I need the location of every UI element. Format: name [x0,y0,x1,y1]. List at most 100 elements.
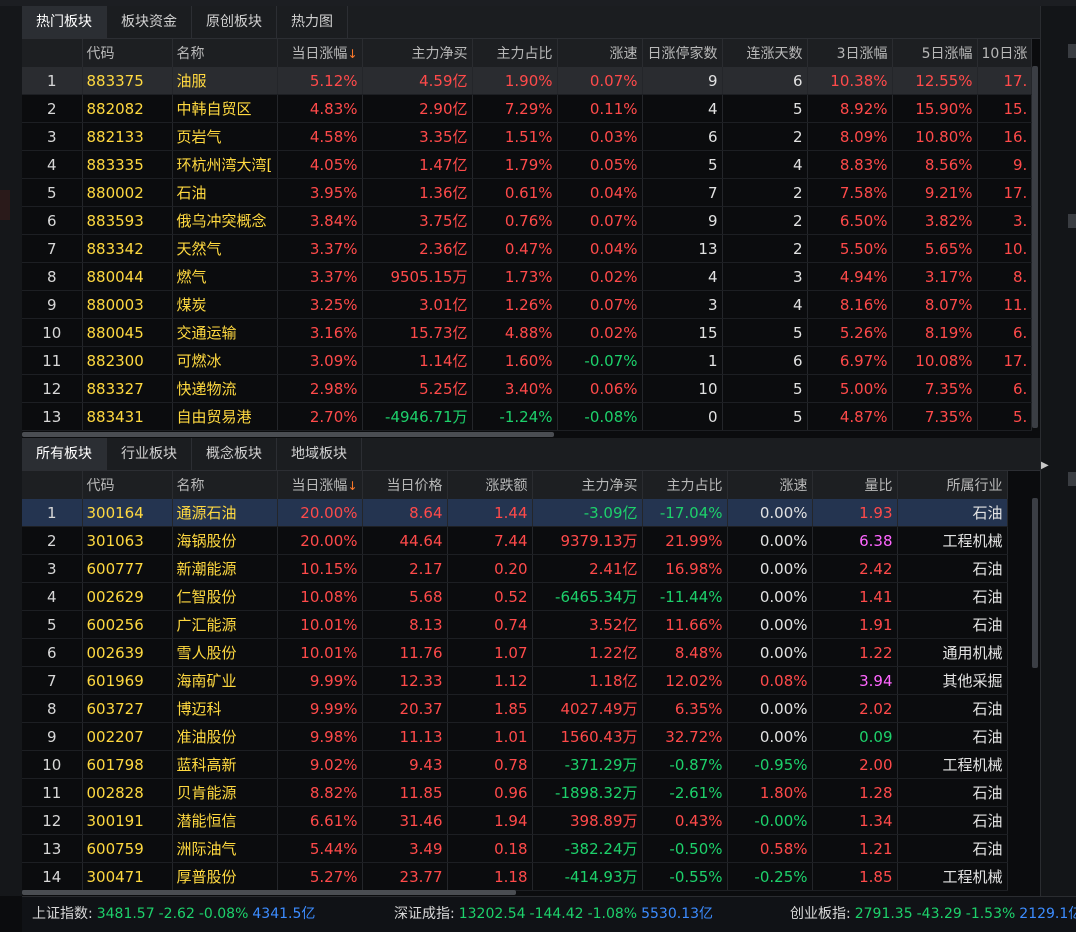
table-row[interactable]: 6 883593 俄乌冲突概念 3.84% 3.75亿 0.76% 0.07% 9 2 6.50%… [22,206,1033,235]
column-header[interactable]: 代码 [82,471,173,499]
table-row[interactable]: 13 600759 洲际油气 5.44% 3.49 0.18 -382.24万 -0.50% 0… [22,834,1008,863]
column-header[interactable] [22,39,83,67]
column-header[interactable]: 当日涨幅↓ [277,471,363,499]
table-cell: 中韩自贸区 [172,94,278,123]
column-header[interactable]: 名称 [172,471,278,499]
column-header[interactable]: 当日涨幅↓ [277,39,363,67]
table-row[interactable]: 4 883335 环杭州湾大湾[4.05% 1.47亿 1.79% 0.05% 5 4 8.83… [22,150,1033,179]
table-row[interactable]: 1 883375 油服 5.12% 4.59亿 1.90% 0.07% 9 6 10.38% 12.… [22,67,1033,95]
table-row[interactable]: 7 883342 天然气 3.37% 2.36亿 0.47% 0.04% 13 2 5.50% 5.… [22,234,1033,263]
index-status-bar: 上证指数: 3481.57 -2.62 -0.08% 4341.5亿 深证成指: 13202… [22,896,1076,932]
bottom-tab-2[interactable]: 概念板块 [192,438,277,470]
column-header-label: 当日价格 [386,478,443,494]
table-row[interactable]: 11 882300 可燃冰 3.09% 1.14亿 1.60% -0.07% 1 6 6.97% 1… [22,346,1033,375]
table-row[interactable]: 14 300471 厚普股份 5.27% 23.77 1.18 -414.93万 -0.55%… [22,862,1008,891]
index-name: 上证指数: [32,906,93,922]
table-row[interactable]: 8 880044 燃气 3.37% 9505.15万 1.73% 0.02% 4 3 4.94% 3… [22,262,1033,291]
table-cell: 5.65% [892,234,978,263]
expand-arrow-icon[interactable]: ▶ [1041,460,1049,471]
table-cell: 4 [642,94,723,123]
horizontal-scrollbar[interactable] [22,432,554,437]
table-cell: 5 [642,150,723,179]
top-tab-1[interactable]: 板块资金 [107,6,192,38]
bottom-tab-0[interactable]: 所有板块 [22,438,107,470]
top-tab-3[interactable]: 热力图 [277,6,348,38]
table-cell: 4.88% [472,318,558,347]
table-row[interactable]: 6 002639 雪人股份 10.01% 11.76 1.07 1.22亿 8.48% 0.00… [22,638,1008,667]
table-row[interactable]: 11 002828 贝肯能源 8.82% 11.85 0.96 -1898.32万 -2.61… [22,778,1008,807]
table-row[interactable]: 1 300164 通源石油 20.00% 8.64 1.44 -3.09亿 -17.04% 0.… [22,499,1008,527]
table-row[interactable]: 3 600777 新潮能源 10.15% 2.17 0.20 2.41亿 16.98% 0.00… [22,554,1008,583]
index-summary[interactable]: 上证指数: 3481.57 -2.62 -0.08% 4341.5亿 [32,897,319,932]
column-header[interactable]: 主力占比 [642,471,728,499]
column-header[interactable]: 涨速 [727,471,813,499]
table-cell: 俄乌冲突概念 [172,206,278,235]
column-header[interactable]: 连涨天数 [722,39,808,67]
table-cell: 自由贸易港 [172,402,278,431]
index-name: 深证成指: [394,906,455,922]
index-pct: -1.53% [965,906,1016,922]
top-tab-2[interactable]: 原创板块 [192,6,277,38]
table-row[interactable]: 9 880003 煤炭 3.25% 3.01亿 1.26% 0.07% 3 4 8.16% 8.07… [22,290,1033,319]
column-header[interactable]: 主力净买 [532,471,643,499]
horizontal-scrollbar[interactable] [22,890,516,895]
table-cell: 工程机械 [897,750,1008,779]
column-header-label: 10日涨 [981,46,1028,62]
column-header[interactable] [22,471,83,499]
table-row[interactable]: 4 002629 仁智股份 10.08% 5.68 0.52 -6465.34万 -11.44… [22,582,1008,611]
table-cell: 8.64 [362,499,448,527]
column-header[interactable]: 日涨停家数 [642,39,723,67]
right-side-panel[interactable] [1040,6,1076,896]
right-panel-toggle-top[interactable] [1068,44,1076,58]
column-header[interactable]: 5日涨幅 [892,39,978,67]
column-header-label: 代码 [86,46,115,62]
index-summary[interactable]: 创业板指: 2791.35 -43.29 -1.53% 2129.1亿 [790,897,1076,932]
table-cell: 0.11% [557,94,643,123]
table-row[interactable]: 3 882133 页岩气 4.58% 3.35亿 1.51% 0.03% 6 2 8.09% 10.… [22,122,1033,151]
table-row[interactable]: 12 883327 快递物流 2.98% 5.25亿 3.40% 0.06% 10 5 5.00%… [22,374,1033,403]
table-row[interactable]: 10 880045 交通运输 3.16% 15.73亿 4.88% 0.02% 15 5 5.26… [22,318,1033,347]
table-row[interactable]: 2 301063 海锅股份 20.00% 44.64 7.44 9379.13万 21.99%… [22,526,1008,555]
column-header[interactable]: 名称 [172,39,278,67]
table-row[interactable]: 2 882082 中韩自贸区 4.83% 2.90亿 7.29% 0.11% 4 5 8.92% 1… [22,94,1033,123]
table-cell: 1.47亿 [362,150,473,179]
column-header[interactable]: 主力占比 [472,39,558,67]
table-cell: 煤炭 [172,290,278,319]
column-header[interactable]: 3日涨幅 [807,39,893,67]
table-row[interactable]: 8 603727 博迈科 9.99% 20.37 1.85 4027.49万 6.35% 0.0… [22,694,1008,723]
column-header[interactable]: 10日涨 [977,39,1033,67]
table-row[interactable]: 12 300191 潜能恒信 6.61% 31.46 1.94 398.89万 0.43% -0… [22,806,1008,835]
table-cell: 2 [22,526,83,555]
column-header[interactable]: 所属行业 [897,471,1008,499]
table-cell: -4946.71万 [362,402,473,431]
table-row[interactable]: 7 601969 海南矿业 9.99% 12.33 1.12 1.18亿 12.02% 0.08… [22,666,1008,695]
vertical-scrollbar[interactable] [1032,66,1038,428]
column-header[interactable]: 涨速 [557,39,643,67]
table-cell: 1.60% [472,346,558,375]
column-header[interactable]: 代码 [82,39,173,67]
right-panel-toggle-mid[interactable] [1068,214,1076,228]
table-cell: 15.90% [892,94,978,123]
index-volume: 5530.13亿 [641,906,714,922]
table-row[interactable]: 10 601798 蓝科高新 9.02% 9.43 0.78 -371.29万 -0.87% -… [22,750,1008,779]
bottom-tab-1[interactable]: 行业板块 [107,438,192,470]
top-tab-0[interactable]: 热门板块 [22,6,107,38]
column-header[interactable]: 当日价格 [362,471,448,499]
table-row[interactable]: 5 600256 广汇能源 10.01% 8.13 0.74 3.52亿 11.66% 0.00… [22,610,1008,639]
column-header-label: 涨跌额 [485,478,528,494]
right-panel-toggle-bottom[interactable] [1068,472,1076,486]
table-cell: 20.00% [277,499,363,527]
table-cell: 301063 [82,526,173,555]
column-header[interactable]: 涨跌额 [447,471,533,499]
table-row[interactable]: 9 002207 准油股份 9.98% 11.13 1.01 1560.43万 32.72% 0… [22,722,1008,751]
table-cell: 6 [642,122,723,151]
bottom-tab-3[interactable]: 地域板块 [277,438,362,470]
table-row[interactable]: 13 883431 自由贸易港 2.70% -4946.71万 -1.24% -0.08% 0… [22,402,1033,431]
table-row[interactable]: 5 880002 石油 3.95% 1.36亿 0.61% 0.04% 7 2 7.58% 9.21… [22,178,1033,207]
column-header[interactable]: 主力净买 [362,39,473,67]
table-cell: 天然气 [172,234,278,263]
table-cell: 石油 [897,806,1008,835]
column-header[interactable]: 量比 [812,471,898,499]
vertical-scrollbar[interactable] [1032,498,1038,668]
index-summary[interactable]: 深证成指: 13202.54 -144.42 -1.08% 5530.13亿 [394,897,717,932]
